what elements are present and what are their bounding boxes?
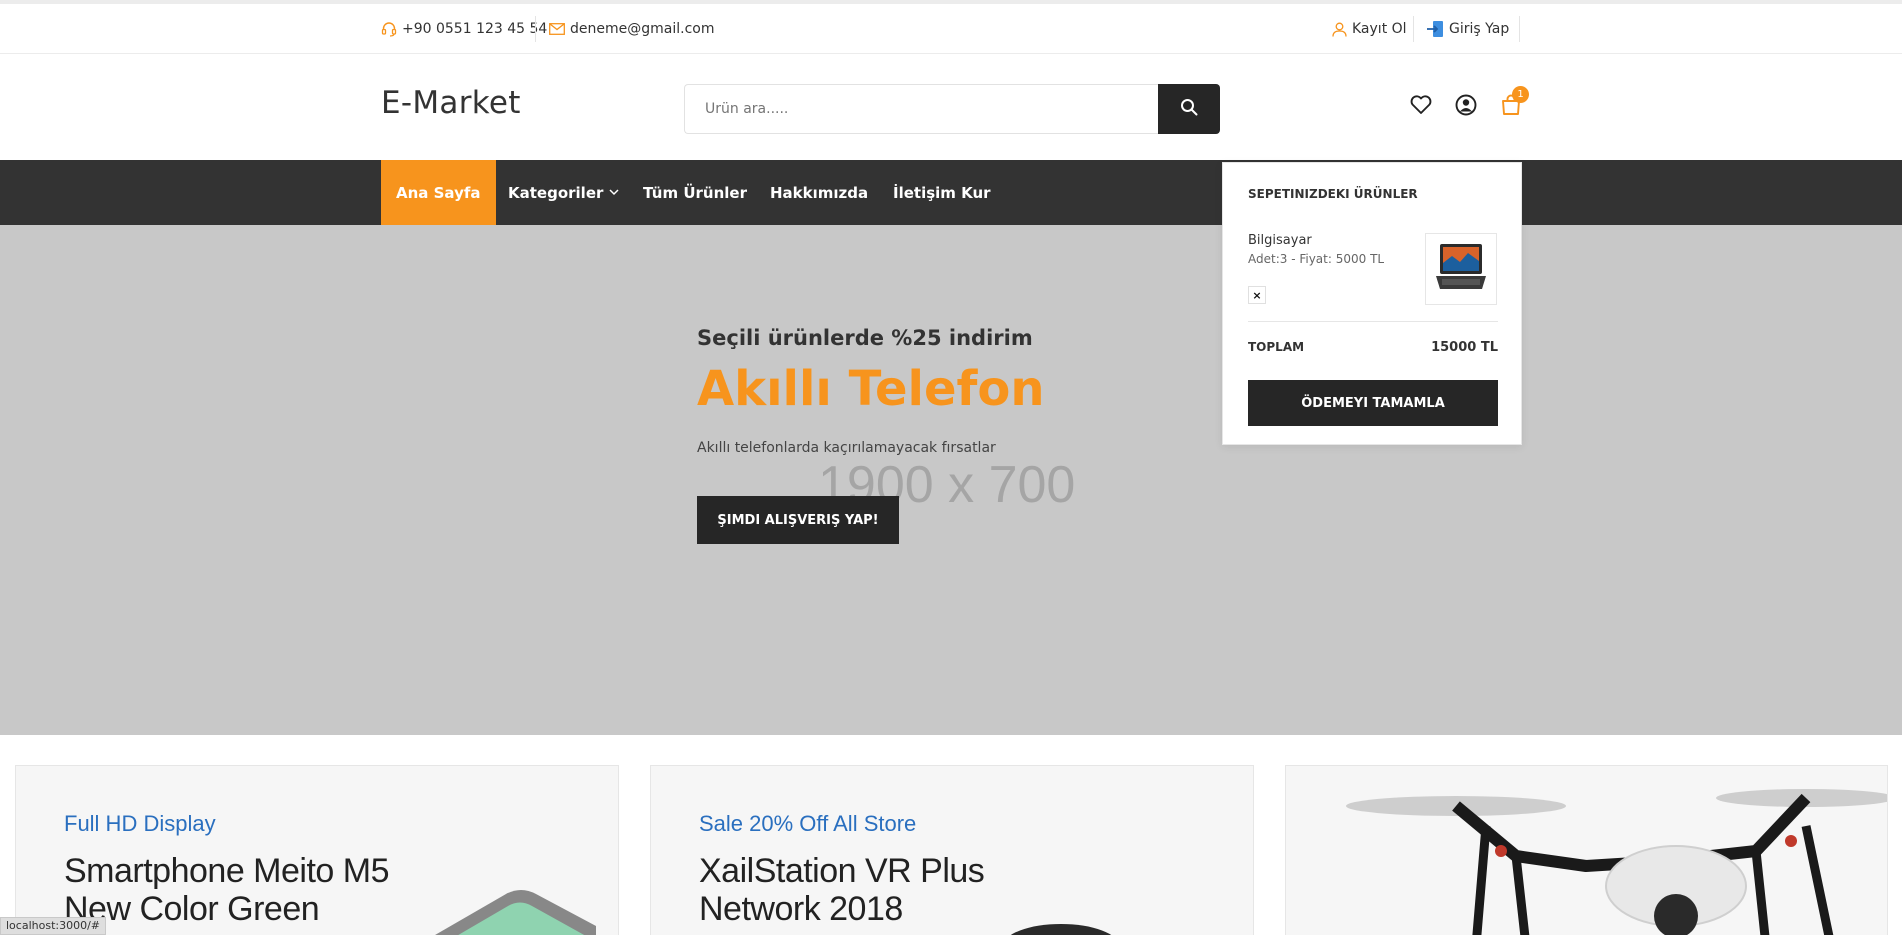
cart-dropdown-title: SEPETINIZDEKI ÜRÜNLER [1248,187,1418,201]
user-icon [1332,22,1347,37]
topbar-divider [1413,16,1414,42]
phone-contact: +90 0551 123 45 54 [381,19,547,39]
sign-in-icon [1426,20,1444,38]
checkout-button[interactable]: ÖDEMEYI TAMAMLA [1248,380,1498,426]
topbar: +90 0551 123 45 54 deneme@gmail.com Kayı… [0,4,1902,54]
email-text: deneme@gmail.com [570,21,715,37]
banner-tagline: Sale 20% Off All Store [699,811,917,836]
cart-item-meta: Adet:3 - Fiyat: 5000 TL [1248,252,1385,266]
banner-heading-line: XailStation VR Plus [699,852,985,890]
laptop-image [1436,244,1486,289]
hero-subtitle: Seçili ürünlerde %25 indirim [697,326,1033,350]
nav-item-all-products[interactable]: Tüm Ürünler [643,160,747,225]
smartphone-image [435,890,596,935]
register-text[interactable]: Kayıt Ol [1352,21,1407,37]
cart-total-label: TOPLAM [1248,340,1305,354]
cart-item-thumbnail[interactable] [1425,233,1497,305]
browser-status-url: localhost:3000/# [0,917,106,935]
main-nav: Ana Sayfa Kategoriler Tüm Ürünler Hakkım… [0,160,1902,225]
nav-item-about[interactable]: Hakkımızda [770,160,868,225]
banner-heading: XailStation VR Plus Network 2018 [699,852,985,928]
banner-heading: Smartphone Meito M5 New Color Green [64,852,390,928]
headset-icon [381,21,397,37]
promo-banner-smartphone[interactable]: Full HD Display Smartphone Meito M5 New … [15,765,619,935]
search-button[interactable] [1158,84,1220,134]
search-input[interactable] [705,101,1158,117]
wishlist-button[interactable] [1408,94,1434,120]
login-text[interactable]: Giriş Yap [1449,21,1509,37]
register-link[interactable]: Kayıt Ol [1332,19,1407,39]
banner-heading-line: Smartphone Meito M5 [64,852,390,890]
promo-banner-drone[interactable] [1285,765,1888,935]
remove-item-button[interactable]: × [1248,286,1266,304]
vr-headset-image [1010,924,1112,935]
hero-title: Akıllı Telefon [697,361,1045,417]
cart-dropdown: SEPETINIZDEKI ÜRÜNLER Bilgisayar Adet:3 … [1222,162,1522,445]
envelope-icon [549,23,565,35]
promo-banner-vr[interactable]: Sale 20% Off All Store XailStation VR Pl… [650,765,1254,935]
account-button[interactable] [1453,94,1479,120]
drone-image [1346,789,1887,935]
nav-item-home[interactable]: Ana Sayfa [381,160,496,225]
email-contact: deneme@gmail.com [549,19,714,39]
phone-text: +90 0551 123 45 54 [402,21,548,37]
search-field[interactable] [684,84,1158,134]
banner-heading-line: Network 2018 [699,890,903,928]
topbar-divider [535,16,536,42]
hero-slider: 1900 x 700 Seçili ürünlerde %25 indirim … [0,225,1902,735]
banner-tagline: Full HD Display [64,811,216,836]
divider [1248,321,1498,322]
nav-item-contact[interactable]: İletişim Kur [893,160,991,225]
user-circle-icon [1455,94,1477,120]
login-link[interactable]: Giriş Yap [1426,19,1509,39]
banner-heading-line: New Color Green [64,890,320,928]
site-logo[interactable]: E-Market [381,85,521,121]
topbar-divider [1519,16,1520,42]
hero-description: Akıllı telefonlarda kaçırılamayacak fırs… [697,440,996,456]
page: +90 0551 123 45 54 deneme@gmail.com Kayı… [0,0,1902,935]
nav-item-categories[interactable]: Kategoriler [508,160,619,225]
nav-item-label: Kategoriler [508,183,604,202]
cart-count-badge: 1 [1512,86,1529,103]
heart-icon [1410,95,1432,119]
chevron-down-icon [609,189,619,196]
cart-item-name[interactable]: Bilgisayar [1248,233,1312,248]
cart-total-value: 15000 TL [1431,340,1498,355]
search-icon [1180,98,1198,120]
shop-now-button[interactable]: ŞIMDI ALIŞVERIŞ YAP! [697,496,899,544]
